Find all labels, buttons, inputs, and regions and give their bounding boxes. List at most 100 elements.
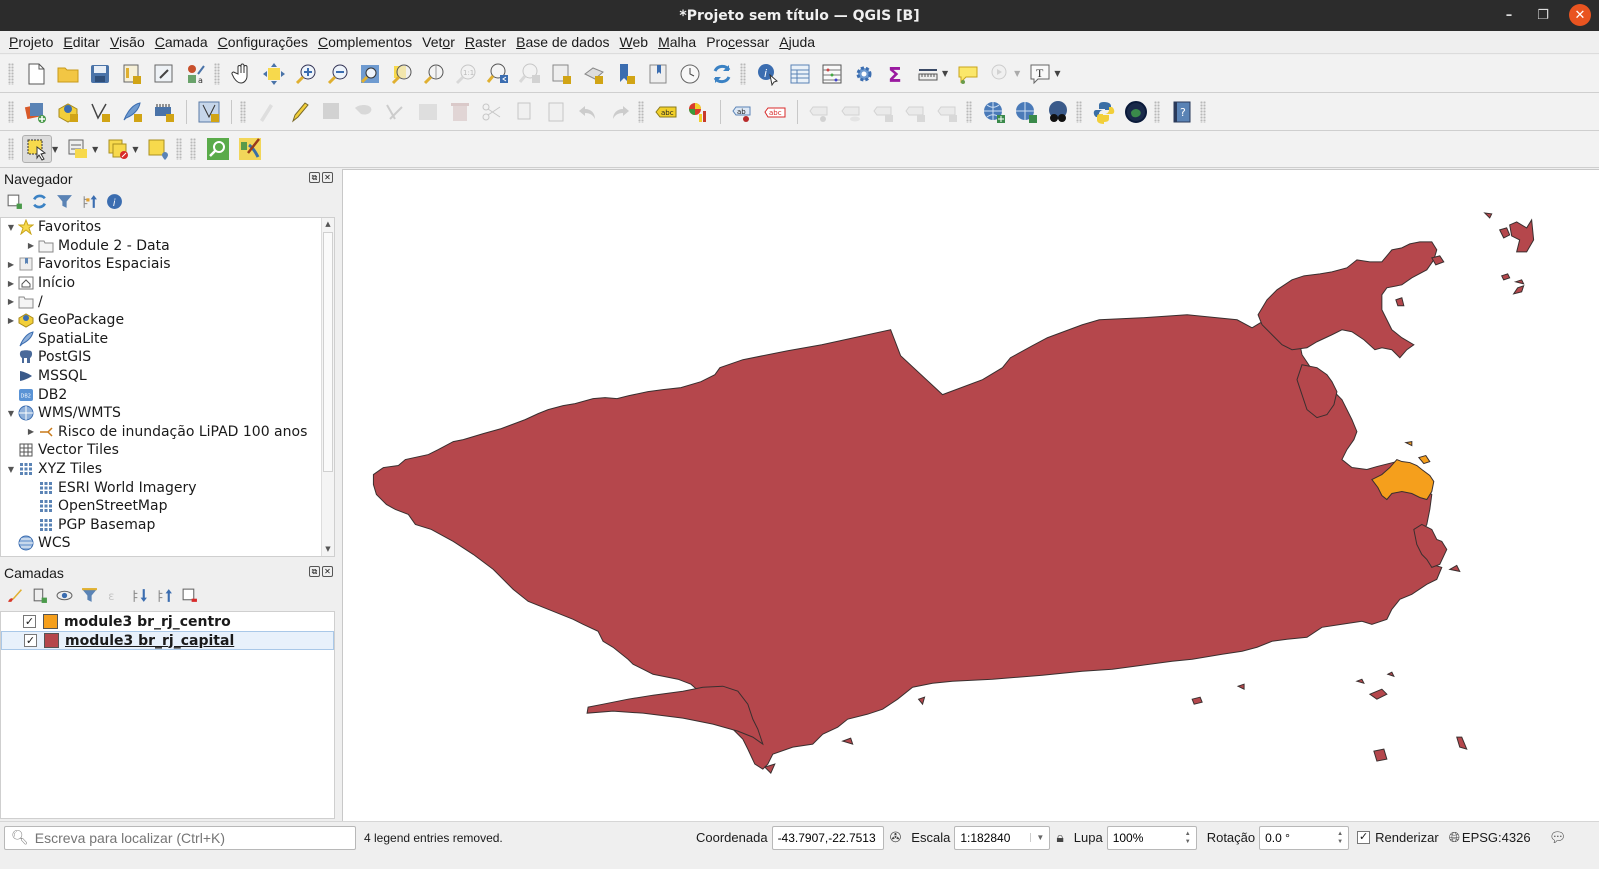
menu-processar[interactable]: Processar xyxy=(701,34,774,50)
change-label-button[interactable] xyxy=(934,98,962,126)
capital-island[interactable] xyxy=(841,737,854,745)
cut-features-button[interactable] xyxy=(478,98,506,126)
collapsed-arrow-icon[interactable]: ▶ xyxy=(4,279,18,288)
scale-combo[interactable]: ▼ xyxy=(954,825,1051,850)
undock-panel-button[interactable]: ⧉ xyxy=(309,172,320,183)
pan-to-selection-button[interactable] xyxy=(260,60,288,88)
refresh-navigator-button[interactable] xyxy=(29,192,49,212)
zoom-to-layer-button[interactable] xyxy=(420,60,448,88)
redo-button[interactable] xyxy=(606,98,634,126)
map-svg[interactable] xyxy=(343,170,1599,821)
toolbar-grip[interactable] xyxy=(8,62,14,85)
new-print-layout-button[interactable] xyxy=(118,60,146,88)
action-dropdown[interactable]: ▼ xyxy=(1014,69,1020,78)
add-selected-layers-button[interactable] xyxy=(4,192,24,212)
expand-all-button[interactable] xyxy=(129,586,149,606)
toggle-label-visibility-button[interactable] xyxy=(838,98,866,126)
move-label2-button[interactable] xyxy=(870,98,898,126)
scroll-down-arrow[interactable]: ▼ xyxy=(322,543,334,556)
toggle-extents-icon[interactable]: ✇ xyxy=(890,829,902,846)
scroll-up-arrow[interactable]: ▲ xyxy=(322,218,334,231)
collapsed-arrow-icon[interactable]: ▶ xyxy=(4,297,18,306)
collapsed-arrow-icon[interactable]: ▶ xyxy=(24,241,38,250)
field-calculator-button[interactable] xyxy=(818,60,846,88)
deselect-features-button[interactable] xyxy=(104,135,132,163)
rotation-spin-arrows[interactable]: ▲ ▼ xyxy=(1337,830,1343,846)
diagram-properties-button[interactable] xyxy=(684,98,712,126)
help-button[interactable]: ? xyxy=(1168,98,1196,126)
capital-island[interactable] xyxy=(1395,297,1405,307)
select-by-attribute-button[interactable] xyxy=(64,135,92,163)
add-group-button[interactable] xyxy=(29,586,49,606)
annotation-dropdown[interactable]: ▼ xyxy=(1054,69,1060,78)
new-temporary-layer-button[interactable] xyxy=(150,98,178,126)
menu-projeto[interactable]: Projeto xyxy=(4,34,58,50)
toolbar-grip[interactable] xyxy=(740,62,746,85)
delete-selected-button[interactable] xyxy=(446,98,474,126)
undock-panel-button[interactable]: ⧉ xyxy=(309,566,320,577)
statistical-summary-button[interactable]: Σ xyxy=(882,60,910,88)
search-wms-button[interactable] xyxy=(1012,98,1040,126)
menu-vis-o[interactable]: Visão xyxy=(105,34,150,50)
map-tips-button[interactable] xyxy=(954,60,982,88)
style-manager-button[interactable]: a xyxy=(182,60,210,88)
show-bookmarks-button[interactable] xyxy=(644,60,672,88)
measure-line-button[interactable] xyxy=(914,60,942,88)
map-canvas[interactable] xyxy=(342,169,1599,821)
capital-island[interactable] xyxy=(1513,279,1525,285)
capital-island[interactable] xyxy=(1448,564,1461,573)
capital-polygon-main[interactable] xyxy=(372,314,1443,770)
filter-navigator-button[interactable] xyxy=(54,192,74,212)
modify-attributes-button[interactable] xyxy=(414,98,442,126)
toggle-editing-button[interactable] xyxy=(286,98,314,126)
paste-features-button[interactable] xyxy=(542,98,570,126)
toolbar-grip[interactable] xyxy=(8,100,14,123)
deselect-dropdown[interactable]: ▼ xyxy=(132,145,138,154)
layer-symbol-swatch[interactable] xyxy=(43,614,58,629)
select-features-dropdown[interactable]: ▼ xyxy=(52,145,58,154)
toolbar-grip[interactable] xyxy=(1154,100,1160,123)
processing-toolbox-button[interactable] xyxy=(850,60,878,88)
capital-island[interactable] xyxy=(1373,748,1388,762)
layout-manager-button[interactable] xyxy=(150,60,178,88)
menu-ajuda[interactable]: Ajuda xyxy=(774,34,820,50)
browser-item[interactable]: ▼ WMS/WMTS xyxy=(1,404,334,423)
expanded-arrow-icon[interactable]: ▼ xyxy=(4,465,18,474)
menu-web[interactable]: Web xyxy=(615,34,654,50)
capital-island[interactable] xyxy=(1431,255,1445,266)
data-source-manager-button[interactable] xyxy=(22,98,50,126)
open-layer-styling-button[interactable] xyxy=(4,586,24,606)
rotation-spinbox[interactable]: ▲▼ xyxy=(1259,825,1350,850)
capital-island[interactable] xyxy=(1355,678,1365,685)
label-pin-button[interactable]: ab xyxy=(729,98,757,126)
toolbar-grip[interactable] xyxy=(1200,100,1206,123)
close-panel-button[interactable]: ✕ xyxy=(322,172,333,183)
maximize-button[interactable]: ❐ xyxy=(1535,8,1551,23)
layer-labelling-button[interactable]: abc xyxy=(652,98,680,126)
select-by-location-button[interactable] xyxy=(144,135,172,163)
browser-item[interactable]: WCS xyxy=(1,534,334,553)
layer-visibility-checkbox[interactable]: ✓ xyxy=(23,615,36,628)
temporal-controller-button[interactable] xyxy=(676,60,704,88)
scale-dropdown-arrow[interactable]: ▼ xyxy=(1030,833,1044,842)
toolbar-grip[interactable] xyxy=(638,100,644,123)
toolbar-grip[interactable] xyxy=(240,100,246,123)
close-button[interactable]: ✕ xyxy=(1569,4,1591,26)
identify-features-button[interactable]: i xyxy=(754,60,782,88)
show-hide-labels-button[interactable]: abc xyxy=(761,98,789,126)
collapsed-arrow-icon[interactable]: ▶ xyxy=(4,316,18,325)
toolbar-grip[interactable] xyxy=(190,138,197,160)
close-panel-button[interactable]: ✕ xyxy=(322,566,333,577)
menu-malha[interactable]: Malha xyxy=(653,34,701,50)
capital-island[interactable] xyxy=(1456,736,1468,750)
browser-item[interactable]: ▶ Module 2 - Data xyxy=(1,237,334,256)
filter-by-expression-button[interactable]: ε xyxy=(104,586,124,606)
collapsed-arrow-icon[interactable]: ▶ xyxy=(4,260,18,269)
capital-island[interactable] xyxy=(1509,218,1535,253)
properties-navigator-button[interactable]: i xyxy=(104,192,124,212)
new-spatial-bookmark-button[interactable] xyxy=(612,60,640,88)
layer-item[interactable]: ✓ module3 br_rj_centro xyxy=(1,612,334,631)
new-project-button[interactable] xyxy=(22,60,50,88)
copy-features-button[interactable] xyxy=(510,98,538,126)
new-3d-map-view-button[interactable] xyxy=(580,60,608,88)
